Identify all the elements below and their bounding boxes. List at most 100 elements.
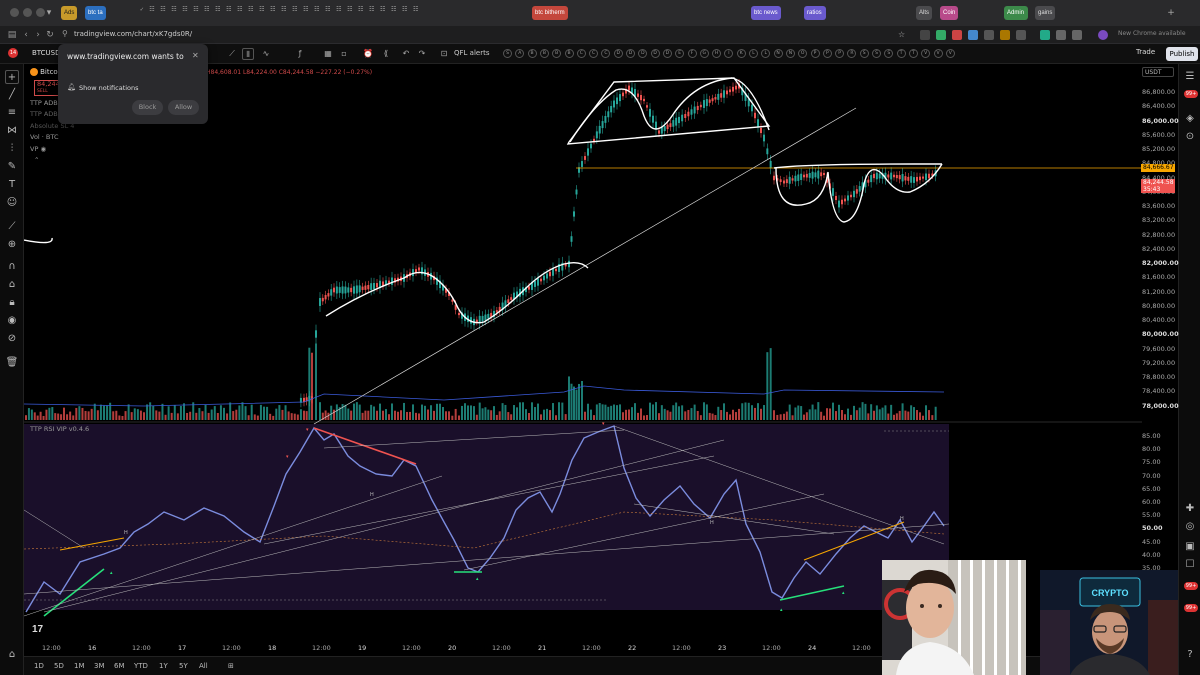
allow-button[interactable]: Allow: [168, 100, 199, 115]
url-field[interactable]: tradingview.com/chart/xK7gds0R/: [74, 30, 192, 38]
range-button-1y[interactable]: 1Y: [159, 662, 168, 670]
quick-alert-button[interactable]: C: [576, 49, 586, 58]
site-info-icon[interactable]: ⚲: [62, 29, 72, 41]
back-icon[interactable]: ‹: [20, 29, 32, 41]
indicator-ttp-adb-2[interactable]: TTP ADB: [30, 110, 58, 118]
lock-icon[interactable]: 🔒︎: [5, 296, 19, 310]
extension-icon[interactable]: [936, 30, 946, 40]
magnet-icon[interactable]: ∩: [5, 260, 19, 274]
quick-alert-button[interactable]: I: [724, 49, 734, 58]
hotlist-icon[interactable]: ⊙: [1183, 130, 1197, 144]
line-style-icon[interactable]: ∿: [260, 48, 272, 60]
data-window-icon[interactable]: ◈: [1183, 112, 1197, 126]
quick-alert-button[interactable]: T: [908, 49, 918, 58]
zoom-icon[interactable]: ⊕: [5, 238, 19, 252]
quick-alert-button[interactable]: A: [515, 49, 525, 58]
ruler-icon[interactable]: ⟋: [5, 220, 19, 234]
extension-icon[interactable]: [984, 30, 994, 40]
browser-tab[interactable]: btc ta: [85, 6, 106, 20]
quick-alert-button[interactable]: S: [872, 49, 881, 58]
quick-alert-button[interactable]: E: [675, 49, 685, 58]
emoji-icon[interactable]: ☺: [5, 196, 19, 210]
browser-tab[interactable]: Alts: [916, 6, 933, 20]
quick-alert-button[interactable]: P: [835, 49, 845, 58]
text-icon[interactable]: T: [5, 178, 19, 192]
link-icon[interactable]: ⊘: [5, 332, 19, 346]
tab-overview-icon[interactable]: ▾: [44, 8, 54, 18]
quick-alert-button[interactable]: D: [626, 49, 635, 58]
brush-icon[interactable]: ✎: [5, 160, 19, 174]
range-button-1m[interactable]: 1M: [74, 662, 85, 670]
calendar-icon[interactable]: ▣: [1183, 540, 1197, 554]
currency-select[interactable]: USDT: [1142, 67, 1174, 77]
quick-alert-button[interactable]: P: [810, 49, 820, 58]
quick-alert-button[interactable]: R: [847, 49, 857, 58]
reload-icon[interactable]: ↻: [44, 29, 56, 41]
qfl-alerts-button[interactable]: QFL alerts: [454, 49, 489, 57]
quick-alert-button[interactable]: B: [552, 49, 562, 58]
fib-icon[interactable]: ≡: [5, 106, 19, 120]
bookmark-star-icon[interactable]: ☆: [898, 30, 908, 40]
layout-icon[interactable]: ▦: [322, 48, 334, 60]
sidebar-icon[interactable]: ▤: [6, 29, 18, 41]
browser-tab[interactable]: btc news: [751, 6, 781, 20]
new-tab-icon[interactable]: +: [1166, 8, 1176, 18]
crosshair-icon[interactable]: +: [5, 70, 19, 84]
profile-avatar[interactable]: [1098, 30, 1108, 40]
quick-alert-button[interactable]: S: [859, 49, 869, 58]
publish-button[interactable]: Publish: [1166, 47, 1198, 61]
bar-style-icon[interactable]: ⫴: [242, 48, 254, 60]
target-icon[interactable]: ◎: [1183, 520, 1197, 534]
quick-alert-button[interactable]: B: [527, 49, 537, 58]
range-button-1d[interactable]: 1D: [34, 662, 44, 670]
pinned-tabs[interactable]: ✓ ☷ ☷ ☷ ☷ ☷ ☷ ☷ ☷ ☷ ☷ ☷ ☷ ☷ ☷ ☷ ☷ ☷ ☷ ☷ …: [140, 6, 1140, 20]
quick-alert-button[interactable]: L: [749, 49, 758, 58]
quick-alert-button[interactable]: S: [884, 49, 894, 58]
quick-alert-button[interactable]: C: [589, 49, 599, 58]
range-button-all[interactable]: All: [199, 662, 208, 670]
extension-icon[interactable]: [952, 30, 962, 40]
quick-alert-button[interactable]: B: [564, 49, 574, 58]
date-range-icon[interactable]: ⊞: [228, 662, 234, 670]
browser-tab[interactable]: ratios: [804, 6, 826, 20]
prediction-icon[interactable]: ⫶: [5, 142, 19, 156]
lock-drawings-icon[interactable]: ⌂: [5, 278, 19, 292]
collapse-legend-icon[interactable]: ⌃: [34, 156, 39, 164]
browser-tab[interactable]: Coin: [940, 6, 959, 20]
close-icon[interactable]: ✕: [192, 51, 199, 60]
quick-alert-button[interactable]: C: [601, 49, 611, 58]
quick-alert-button[interactable]: D: [638, 49, 648, 58]
extension-icon[interactable]: [920, 30, 930, 40]
browser-tab[interactable]: btc bitherm: [532, 6, 568, 20]
extension-icon[interactable]: [1000, 30, 1010, 40]
quick-alert-button[interactable]: S: [503, 49, 512, 58]
quick-alert-button[interactable]: H: [712, 49, 722, 58]
community-icon[interactable]: ✚: [1183, 502, 1197, 516]
extension-icon[interactable]: [1016, 30, 1026, 40]
settings-icon[interactable]: ⌂: [5, 648, 19, 662]
pattern-icon[interactable]: ⋈: [5, 124, 19, 138]
browser-tab[interactable]: Admin: [1004, 6, 1028, 20]
help-icon[interactable]: ?: [1183, 648, 1197, 662]
range-button-3m[interactable]: 3M: [94, 662, 105, 670]
volume-legend[interactable]: Vol · BTC: [30, 133, 59, 141]
indicator-ttp-adb-1[interactable]: TTP ADB: [30, 99, 58, 107]
quick-alert-button[interactable]: D: [650, 49, 660, 58]
quick-alert-button[interactable]: V: [921, 49, 931, 58]
trash-icon[interactable]: 🗑︎: [5, 356, 19, 370]
symbol-search[interactable]: BTCUSD: [32, 49, 61, 57]
extension-icon[interactable]: [1040, 30, 1050, 40]
quick-alert-button[interactable]: B: [539, 49, 549, 58]
fullscreen-icon[interactable]: ⊡: [438, 48, 450, 60]
quick-alert-button[interactable]: V: [945, 49, 955, 58]
quick-alert-button[interactable]: D: [662, 49, 672, 58]
quick-alert-button[interactable]: L: [761, 49, 771, 58]
trend-line-icon[interactable]: ╱: [5, 88, 19, 102]
chat-icon[interactable]: ☐: [1183, 558, 1197, 572]
alerts-icon[interactable]: [1183, 88, 1197, 102]
chrome-update-notice[interactable]: New Chrome available: [1118, 30, 1186, 37]
quick-alert-button[interactable]: N: [773, 49, 783, 58]
extension-icon[interactable]: [968, 30, 978, 40]
templates-icon[interactable]: ▫: [338, 48, 350, 60]
undo-icon[interactable]: ↶: [400, 48, 412, 60]
